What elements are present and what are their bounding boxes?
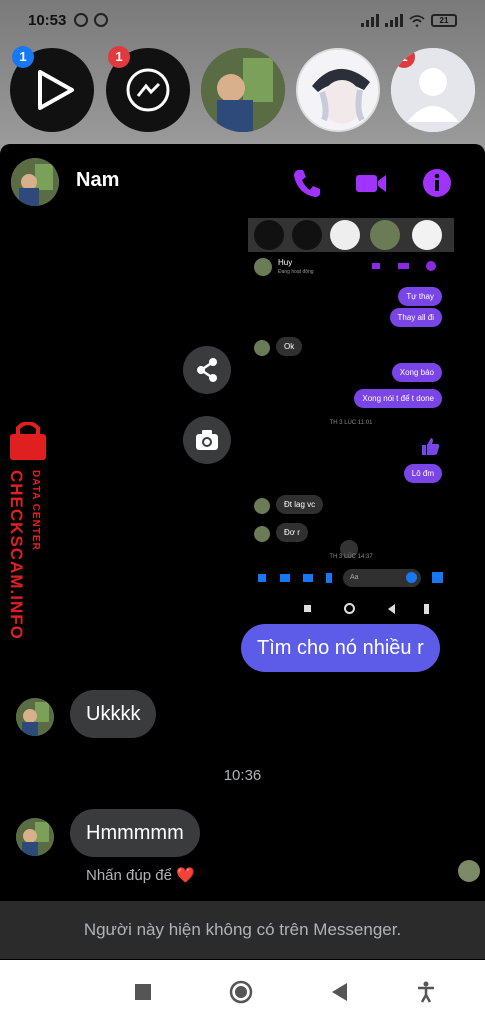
anime-head[interactable] [296, 48, 380, 132]
avatar [11, 158, 59, 206]
screenshot-like-icon [432, 572, 443, 583]
system-navbar [0, 960, 485, 1024]
user-head[interactable] [201, 48, 285, 132]
unread-badge: 1 [108, 46, 130, 68]
message-bubble-incoming[interactable]: Ukkkk [70, 690, 157, 738]
sender-avatar [16, 818, 54, 856]
contact-name[interactable]: Nam [76, 169, 119, 192]
phone-icon[interactable] [290, 166, 324, 200]
screenshot-contact-status: Đang hoạt động [278, 269, 314, 275]
message-timestamp: 10:36 [223, 767, 262, 784]
shared-screenshot[interactable]: Huy Đang hoạt động Tự thay Thay all đi O… [248, 218, 454, 622]
screenshot-message: Lô đm [403, 464, 442, 483]
chat-heads: 1 1 1 [10, 46, 480, 138]
screenshot-message: Đơ r [276, 523, 308, 542]
play-head[interactable]: 1 [10, 46, 94, 132]
unavailable-notice: Người này hiện không có trên Messenger. [0, 901, 485, 959]
screenshot-like-icon [422, 438, 440, 455]
screenshot-avatar [254, 498, 270, 514]
watermark-line2: CHECKSCAM.INFO [7, 470, 26, 640]
messenger-notification-icon [74, 13, 89, 27]
back-button[interactable] [328, 980, 352, 1004]
double-tap-hint: Nhấn đúp để ❤️ [86, 867, 195, 884]
chat-header: Nam [0, 144, 485, 220]
seen-indicator-avatar [458, 860, 480, 882]
screenshot-avatar [254, 526, 270, 542]
screenshot-composer: Aa [248, 568, 454, 588]
screenshot-message: Xong báo [391, 363, 442, 382]
avatar [201, 48, 285, 132]
video-icon[interactable] [354, 166, 388, 200]
screenshot-menu-icon [258, 574, 266, 582]
screenshot-timestamp: TH 3 LÚC 14:37 [329, 554, 373, 560]
watermark-line1: DATA CENTER [30, 470, 41, 551]
message-bubble-outgoing[interactable]: Tìm cho nó nhiều r [241, 624, 440, 672]
chat-panel: Nam Huy Đang hoạt động Tự thay Thay all … [0, 144, 485, 960]
messenger-notification-icon-2 [94, 13, 109, 27]
screenshot-phone-icon [372, 263, 380, 269]
blank-head[interactable]: 1 [391, 48, 475, 132]
share-button[interactable] [183, 346, 231, 394]
contact-avatar[interactable] [11, 158, 59, 206]
screenshot-message: Ok [276, 337, 303, 356]
signal-icon-2 [385, 13, 403, 27]
avatar [16, 698, 54, 736]
screenshot-message: Đt lag vc [276, 495, 324, 514]
watermark: DATA CENTER CHECKSCAM.INFO [6, 421, 50, 672]
screenshot-video-icon [398, 263, 409, 269]
camera-icon [196, 430, 218, 450]
screenshot-timestamp: TH 3 LÚC 11:01 [329, 420, 373, 426]
screenshot-contact-name: Huy [278, 258, 293, 267]
screenshot-emoji-icon [406, 572, 417, 583]
message-bubble-incoming[interactable]: Hmmmmm [70, 809, 200, 857]
avatar [16, 818, 54, 856]
screenshot-avatar [254, 258, 272, 276]
share-icon [197, 358, 217, 382]
screenshot-message: Thay all đi [389, 308, 442, 327]
screenshot-gallery-icon [303, 574, 313, 582]
home-button[interactable] [229, 980, 253, 1004]
status-bar: 10:53 21 [0, 0, 485, 40]
screenshot-message: Tự thay [398, 287, 442, 306]
sender-avatar [16, 698, 54, 736]
screenshot-avatar [254, 340, 270, 356]
signal-icon [361, 13, 379, 27]
screenshot-info-icon [426, 261, 436, 271]
status-time: 10:53 [28, 11, 67, 29]
screenshot-heads-strip [248, 218, 454, 252]
camera-button[interactable] [183, 416, 231, 464]
recents-button[interactable] [131, 980, 155, 1004]
screenshot-navbar [248, 602, 454, 616]
avatar [298, 50, 378, 130]
screenshot-message: Xong nói t để t done [354, 389, 442, 408]
wifi-icon [409, 14, 425, 27]
unread-badge: 1 [12, 46, 34, 68]
messenger-head[interactable]: 1 [106, 46, 190, 132]
info-icon[interactable] [420, 166, 454, 200]
screenshot-mic-icon [326, 573, 332, 583]
screenshot-camera-icon [280, 574, 290, 582]
accessibility-button[interactable] [414, 980, 438, 1004]
battery-icon: 21 [431, 13, 457, 27]
